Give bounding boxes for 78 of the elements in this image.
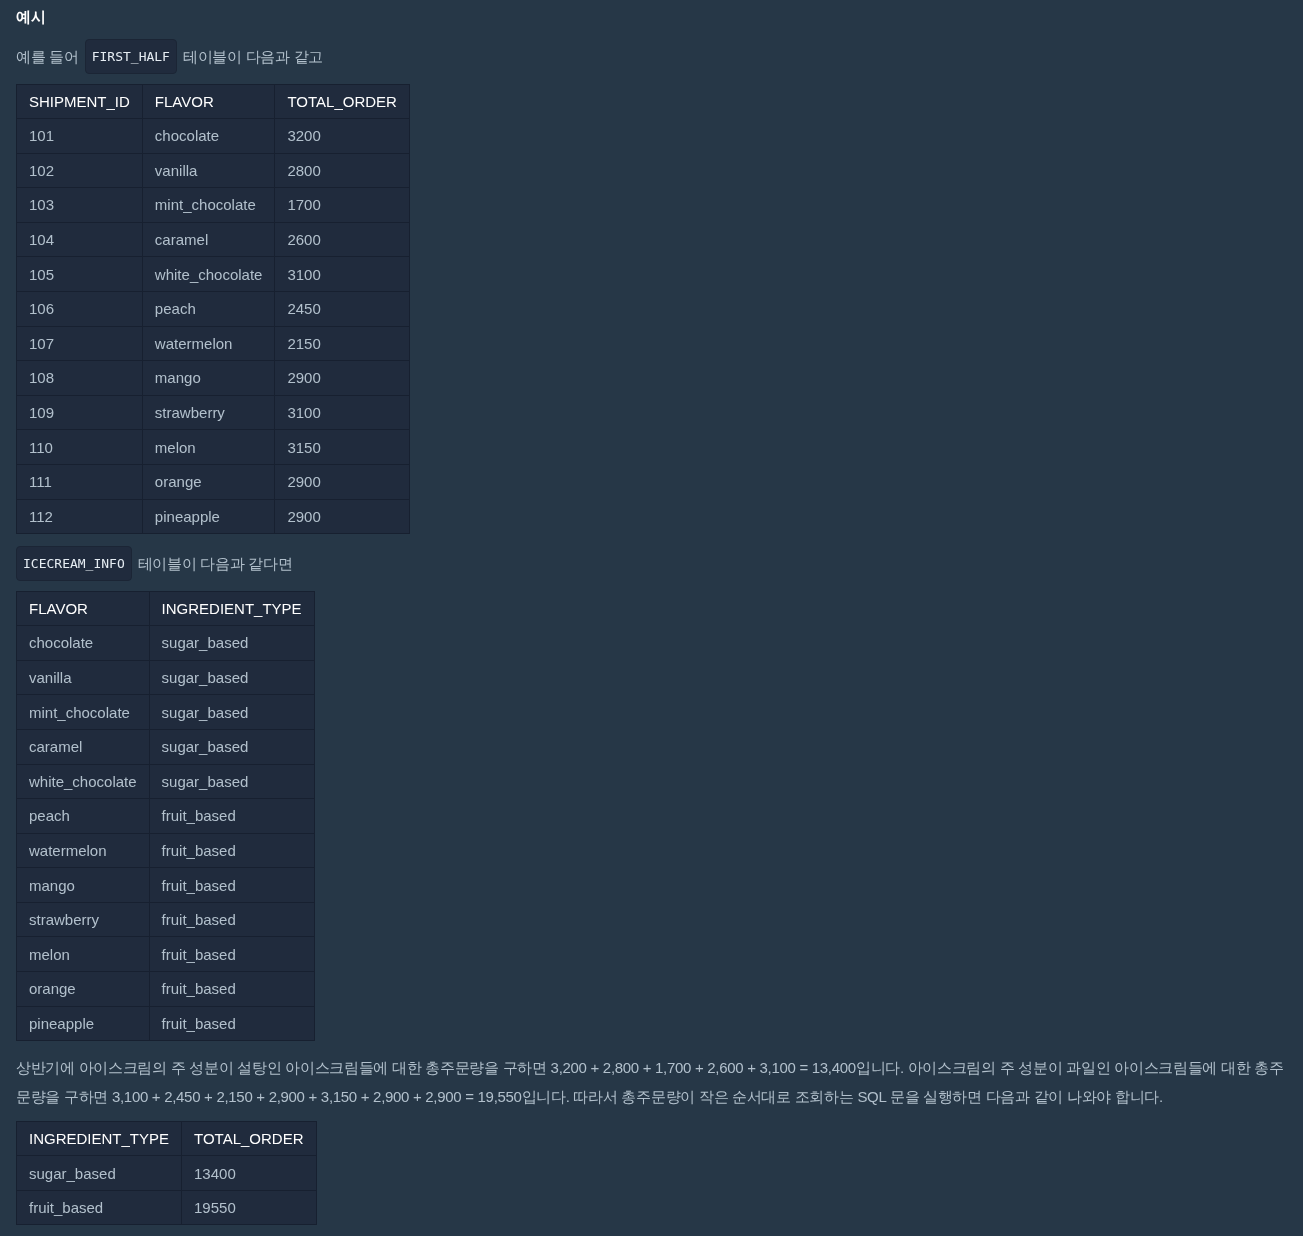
table-cell: caramel (142, 222, 275, 257)
table-cell: sugar_based (16, 1155, 182, 1191)
table-cell: sugar_based (149, 729, 315, 764)
column-header: INGREDIENT_TYPE (16, 1121, 182, 1156)
table-cell: 108 (16, 360, 143, 396)
table-cell: fruit_based (149, 936, 315, 972)
table-cell: white_chocolate (16, 764, 150, 799)
table-cell: 2900 (274, 360, 410, 396)
table-cell: 3200 (274, 118, 410, 154)
table-cell: chocolate (16, 625, 150, 661)
table-cell: orange (142, 464, 275, 500)
table-cell: caramel (16, 729, 150, 764)
table-cell: peach (16, 798, 150, 834)
table-cell: mango (142, 360, 275, 396)
table-cell: 3100 (274, 256, 410, 292)
paragraph-text: 예를 들어 (16, 47, 79, 67)
table-cell: white_chocolate (142, 256, 275, 292)
table-cell: 112 (16, 499, 143, 534)
table-cell: sugar_based (149, 694, 315, 730)
table-cell: 2450 (274, 291, 410, 327)
table-cell: 102 (16, 153, 143, 188)
table-cell: 2600 (274, 222, 410, 257)
table-cell: 3150 (274, 429, 410, 465)
table-cell: fruit_based (149, 798, 315, 834)
table-cell: 3100 (274, 395, 410, 430)
table-cell: 2150 (274, 326, 410, 361)
table-cell: strawberry (16, 902, 150, 937)
table-cell: mint_chocolate (142, 187, 275, 223)
table-cell: sugar_based (149, 625, 315, 661)
table-cell: watermelon (16, 833, 150, 868)
table-cell: 2900 (274, 464, 410, 500)
table-cell: fruit_based (16, 1190, 182, 1225)
table-cell: orange (16, 971, 150, 1007)
table-cell: 1700 (274, 187, 410, 223)
column-header: TOTAL_ORDER (274, 84, 410, 119)
table-cell: 13400 (181, 1155, 316, 1191)
table-cell: chocolate (142, 118, 275, 154)
table-cell: peach (142, 291, 275, 327)
column-header: INGREDIENT_TYPE (149, 591, 315, 626)
table-cell: 2900 (274, 499, 410, 534)
table-cell: 111 (16, 464, 143, 500)
table-cell: fruit_based (149, 902, 315, 937)
table-cell: 103 (16, 187, 143, 223)
table-cell: vanilla (142, 153, 275, 188)
table-cell: melon (142, 429, 275, 465)
table-cell: 105 (16, 256, 143, 292)
table-cell: sugar_based (149, 660, 315, 695)
table-cell: 2800 (274, 153, 410, 188)
table-cell: 101 (16, 118, 143, 154)
table-cell: strawberry (142, 395, 275, 430)
table-cell: 19550 (181, 1190, 316, 1225)
table-cell: fruit_based (149, 971, 315, 1007)
table-cell: watermelon (142, 326, 275, 361)
table-cell: sugar_based (149, 764, 315, 799)
table-cell: 107 (16, 326, 143, 361)
paragraph-text: 테이블이 다음과 같다면 (137, 554, 293, 575)
code-snippet: ICECREAM_INFO (16, 546, 132, 582)
table-cell: fruit_based (149, 867, 315, 903)
table-cell: vanilla (16, 660, 150, 695)
table-cell: mint_chocolate (16, 694, 150, 730)
table-cell: melon (16, 936, 150, 972)
column-header: FLAVOR (16, 591, 150, 626)
paragraph-text: 테이블이 다음과 같고 (182, 47, 323, 67)
section-heading: 예시 (16, 8, 46, 27)
table-cell: 104 (16, 222, 143, 257)
table-cell: fruit_based (149, 833, 315, 868)
column-header: TOTAL_ORDER (181, 1121, 316, 1156)
code-snippet: FIRST_HALF (84, 39, 177, 74)
table-cell: 106 (16, 291, 143, 327)
table-cell: pineapple (16, 1006, 150, 1041)
table-cell: fruit_based (149, 1006, 315, 1041)
column-header: FLAVOR (142, 84, 275, 119)
table-cell: pineapple (142, 499, 275, 534)
table-cell: mango (16, 867, 150, 903)
paragraph-text: 상반기에 아이스크림의 주 성분이 설탕인 아이스크림들에 대한 총주문량을 구하면 3,200 + 2,800 + 1,700 + 2,600 + 3,100 = 13,400입니다. 아이스크림의 주 성분이 과일인 아이스크림들에 대한 총주문량을 구하면 3,100 + 2,450 + 2,150 + 2,900 + 3,150 + 2,900 + 2,900 = 19,550입니다. 따라서 총주문량이 작은 순서대로 조회하는 SQL 문을 실행하면 다음과 같이 나와야 합니다. (16, 1058, 1285, 1108)
column-header: SHIPMENT_ID (16, 84, 143, 119)
table-cell: 109 (16, 395, 143, 430)
table-cell: 110 (16, 429, 143, 465)
